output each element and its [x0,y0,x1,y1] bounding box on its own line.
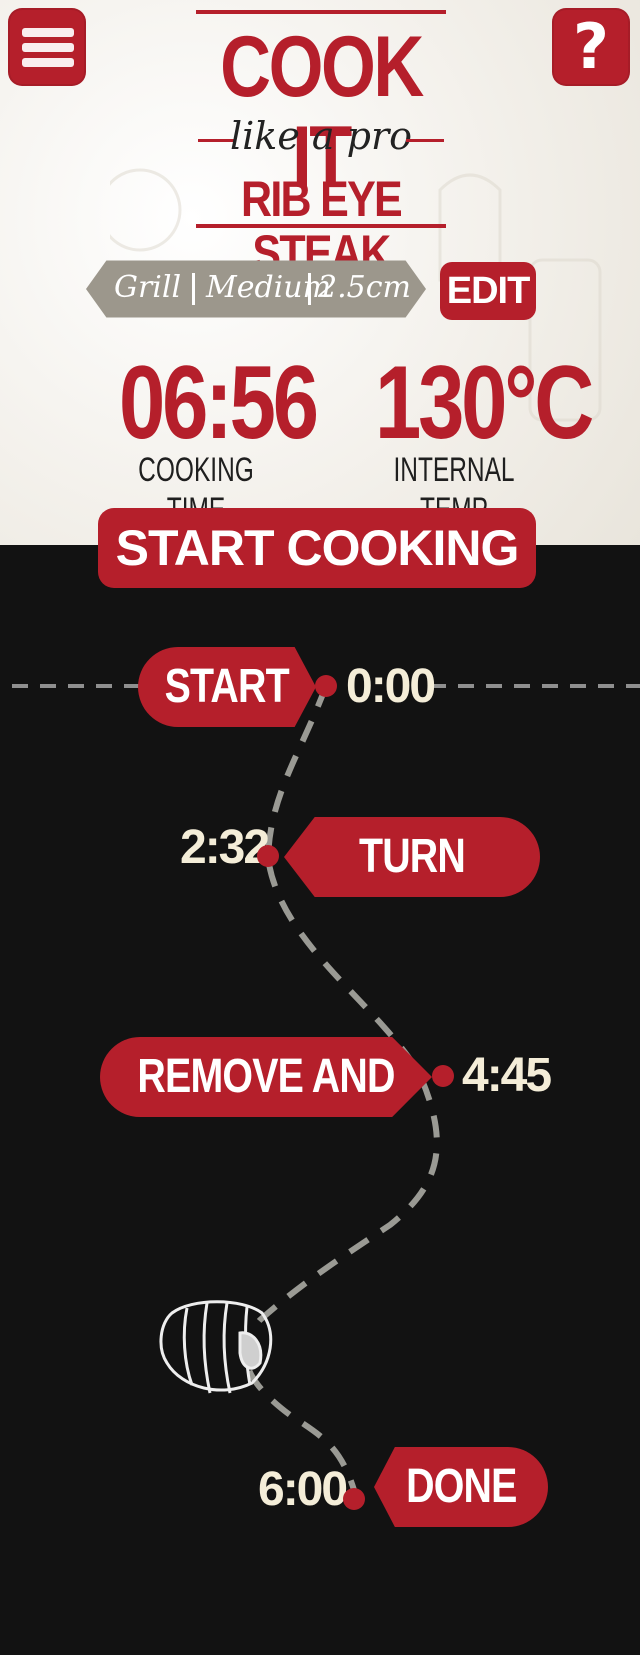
step-start-label: START [138,647,316,727]
step-done-label: DONE [374,1447,548,1527]
step-turn-label: TURN STEAK [284,817,540,897]
step-turn-time: 2:32 [180,821,270,874]
step-rest-marker [432,1065,454,1087]
method-label: Grill [114,270,182,305]
start-cooking-button[interactable]: START COOKING [98,508,536,588]
edit-button[interactable]: EDIT [440,262,536,320]
step-start-time: 0:00 [346,660,436,713]
cooking-time-value: 06:56 [119,345,319,461]
step-done-time: 6:00 [258,1463,348,1516]
step-done-marker [343,1488,365,1510]
step-rest-time: 4:45 [462,1049,552,1102]
step-rest-label: REMOVE AND REST [100,1037,432,1117]
menu-button[interactable] [8,8,86,86]
steak-icon [152,1293,282,1408]
internal-temp-value: 130°C [375,345,594,461]
doneness-label: Medium [206,270,332,305]
help-button[interactable]: ? [552,8,630,86]
cooking-timeline: START 0:00 2:32 TURN STEAK REMOVE AND RE… [0,545,640,1655]
step-start-marker [315,675,337,697]
settings-banner: Grill Medium 2.5cm [86,260,426,318]
thickness-label: 2.5cm [318,270,411,305]
step-turn-marker [257,845,279,867]
app-logo: COOK IT like a pro RIB EYE STEAK [192,8,450,280]
header-area: ? COOK IT like a pro RIB EYE STEAK Grill… [0,0,640,545]
question-mark-icon: ? [573,10,609,83]
logo-tagline: like a pro [229,114,412,158]
